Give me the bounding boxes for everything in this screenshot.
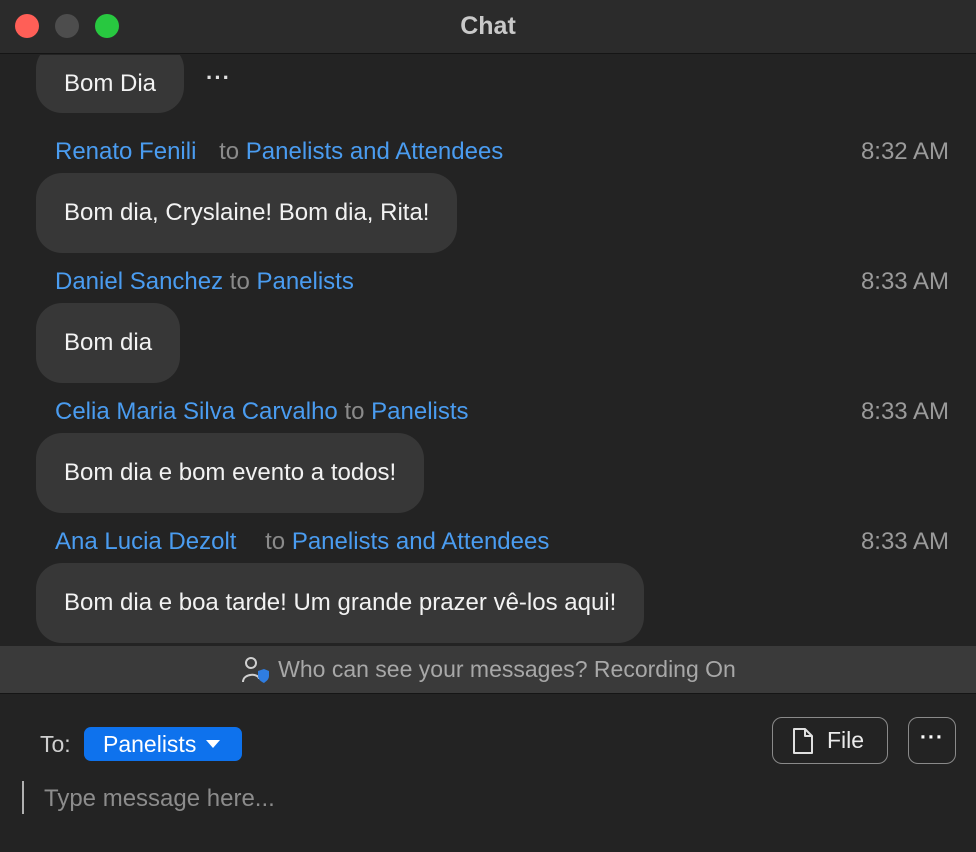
message-header: Renato Fenili to Panelists and Attendees bbox=[55, 138, 503, 166]
file-button-label: File bbox=[827, 727, 865, 753]
to-word: to bbox=[344, 398, 365, 425]
message-header: Celia Maria Silva Carvalho to Panelists bbox=[55, 398, 469, 426]
message-header: Ana Lucia Dezolt to Panelists and Attend… bbox=[55, 528, 549, 556]
recording-notice-text: Who can see your messages? Recording On bbox=[278, 656, 736, 682]
sender-name[interactable]: Daniel Sanchez bbox=[55, 268, 223, 295]
message-time: 8:33 AM bbox=[860, 398, 949, 425]
to-word: to bbox=[229, 268, 250, 295]
message-bubble[interactable]: Bom dia, Cryslaine! Bom dia, Rita! bbox=[36, 173, 458, 253]
message-more-icon[interactable]: ··· bbox=[206, 65, 231, 91]
recording-notice[interactable]: Who can see your messages? Recording On bbox=[0, 646, 976, 694]
message-bubble[interactable]: Bom dia e bom evento a todos! bbox=[36, 433, 425, 513]
message-bubble[interactable]: Bom dia e boa tarde! Um grande prazer vê… bbox=[36, 563, 645, 643]
recipient-name: Panelists and Attendees bbox=[291, 528, 550, 555]
recipient-dropdown[interactable]: Panelists bbox=[84, 727, 242, 761]
window-title: Chat bbox=[460, 12, 516, 40]
message-time: 8:32 AM bbox=[860, 138, 949, 165]
message-bubble[interactable]: Bom dia bbox=[36, 303, 181, 383]
composer: To: Panelists File ··· bbox=[0, 695, 976, 852]
recipient-name: Panelists and Attendees bbox=[245, 138, 504, 165]
file-button[interactable]: File bbox=[772, 717, 888, 764]
message-header: Daniel Sanchez to Panelists bbox=[55, 268, 354, 296]
sender-name[interactable]: Renato Fenili bbox=[55, 138, 196, 165]
message-list[interactable]: Bom Dia ··· Renato Fenili to Panelists a… bbox=[0, 55, 976, 645]
chevron-down-icon bbox=[206, 740, 221, 748]
recipient-name: Panelists bbox=[371, 398, 469, 425]
person-shield-icon bbox=[242, 656, 270, 683]
more-options-button[interactable]: ··· bbox=[908, 717, 956, 764]
sender-name[interactable]: Celia Maria Silva Carvalho bbox=[55, 398, 338, 425]
sender-name[interactable]: Ana Lucia Dezolt bbox=[55, 528, 236, 555]
message-bubble[interactable]: Bom Dia bbox=[36, 55, 185, 113]
message-time: 8:33 AM bbox=[860, 268, 949, 295]
to-label: To: bbox=[40, 731, 71, 757]
recipient-name: Panelists bbox=[256, 268, 354, 295]
to-word: to bbox=[219, 138, 240, 165]
to-word: to bbox=[265, 528, 286, 555]
message-time: 8:33 AM bbox=[860, 528, 949, 555]
file-icon bbox=[793, 727, 813, 754]
message-input[interactable] bbox=[44, 779, 924, 819]
title-bar: Chat bbox=[0, 0, 976, 54]
recipient-dropdown-value: Panelists bbox=[103, 730, 197, 757]
text-cursor bbox=[22, 781, 24, 814]
